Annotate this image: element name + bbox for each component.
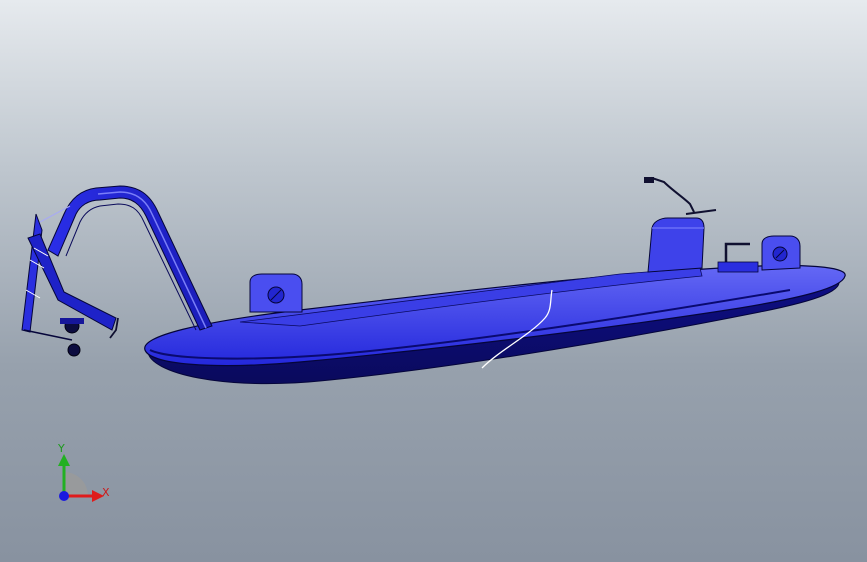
3d-model-view[interactable] [0, 0, 867, 562]
right-clip-tab[interactable] [761, 235, 801, 271]
triad-axes [58, 454, 104, 502]
spring-wire [645, 176, 717, 215]
y-axis-label: Y [58, 442, 65, 455]
left-clip-tab[interactable] [249, 273, 303, 313]
graphics-viewport[interactable]: Y X [0, 0, 867, 562]
coordinate-triad: Y X [44, 440, 124, 510]
z-axis-dot-icon [59, 491, 69, 501]
y-axis-arrow-icon [58, 454, 70, 466]
hinge-block[interactable] [644, 176, 759, 273]
x-axis-label: X [102, 486, 110, 499]
